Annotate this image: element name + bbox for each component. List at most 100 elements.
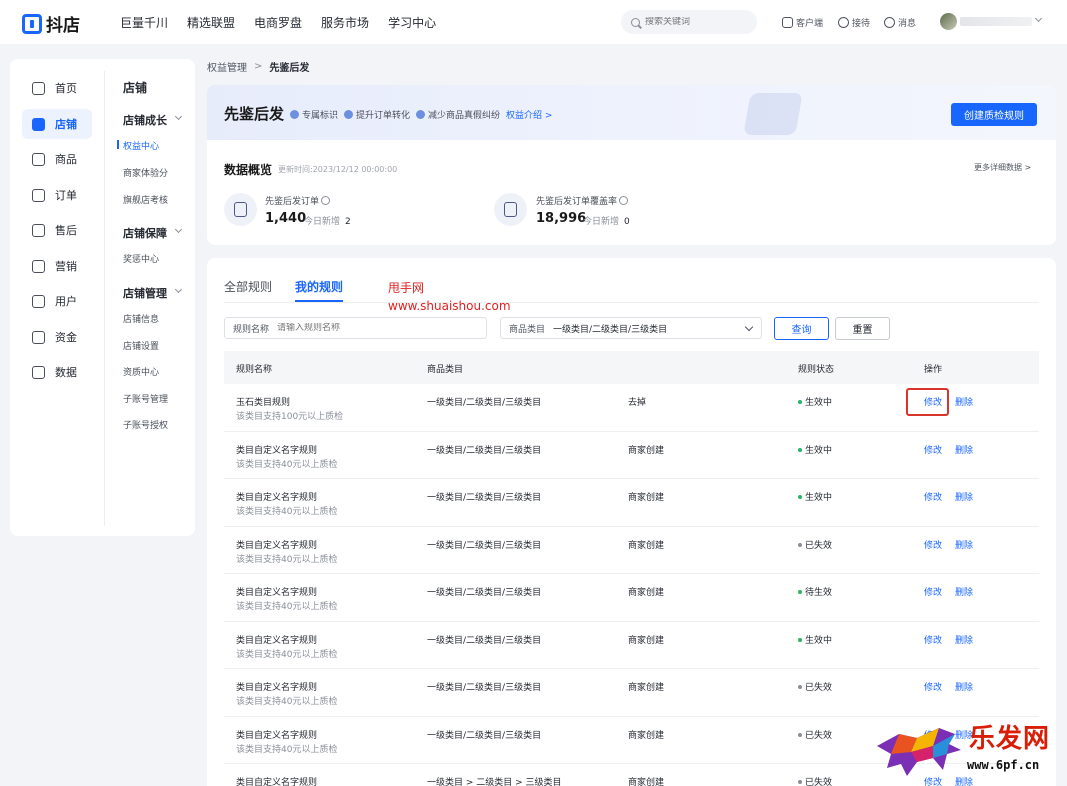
breadcrumb: 权益管理 > 先鉴后发 <box>207 59 309 74</box>
more-data-link[interactable]: 更多详细数据 > <box>974 162 1031 173</box>
status-label: 生效中 <box>805 445 833 456</box>
sub-item-subaccount-auth[interactable]: 子账号授权 <box>123 418 168 431</box>
edit-button[interactable]: 修改 <box>924 680 942 693</box>
chevron-down-icon[interactable] <box>174 285 183 294</box>
query-button[interactable]: 查询 <box>774 317 829 340</box>
rule-source: 商家创建 <box>628 778 665 786</box>
primary-nav-funds[interactable]: 资金 <box>22 322 92 352</box>
sub-item-experience-score[interactable]: 商家体验分 <box>123 166 168 179</box>
primary-nav-orders[interactable]: 订单 <box>22 180 92 210</box>
delete-button[interactable]: 删除 <box>955 538 973 551</box>
watermark-url: www.shuaishou.com <box>388 299 511 313</box>
feature-tag: 减少商品真假纠纷 <box>416 108 500 121</box>
edit-button[interactable]: 修改 <box>924 538 942 551</box>
client-button[interactable]: 客户端 <box>782 0 823 44</box>
delete-button[interactable]: 删除 <box>955 395 973 408</box>
rule-name: 类目自定义名字规则 <box>236 778 318 786</box>
chevron-down-icon <box>744 322 754 332</box>
watermark-text: 甩手网 <box>388 281 425 295</box>
top-nav-item[interactable]: 巨量千川 <box>120 14 168 31</box>
status-badge: 生效中 <box>798 395 832 408</box>
edit-button[interactable]: 修改 <box>924 633 942 646</box>
delete-button[interactable]: 删除 <box>955 490 973 503</box>
tab-my-rules[interactable]: 我的规则 <box>295 278 343 295</box>
sub-group-management[interactable]: 店铺管理 <box>123 285 167 301</box>
delete-button[interactable]: 删除 <box>955 585 973 598</box>
top-nav-item[interactable]: 精选联盟 <box>187 14 235 31</box>
search-input[interactable] <box>645 17 745 27</box>
rule-category: 一级类目/二级类目/三级类目 <box>427 730 542 741</box>
avatar[interactable] <box>940 13 957 30</box>
top-nav-item[interactable]: 电商罗盘 <box>254 14 302 31</box>
help-icon[interactable] <box>321 196 331 205</box>
headset-icon <box>838 16 849 28</box>
messages-button[interactable]: 消息 <box>884 0 916 44</box>
sub-item-shop-settings[interactable]: 店铺设置 <box>123 339 159 352</box>
chevron-down-icon[interactable] <box>174 225 183 234</box>
brand-logo[interactable]: 抖店 <box>22 11 80 36</box>
chevron-down-icon[interactable] <box>174 112 183 121</box>
sub-item-flagship-review[interactable]: 旗舰店考核 <box>123 193 168 206</box>
search-box[interactable] <box>621 10 757 34</box>
primary-nav-users[interactable]: 用户 <box>22 286 92 316</box>
status-dot-icon <box>798 732 802 737</box>
brand-icon <box>22 13 42 34</box>
rule-name-input[interactable] <box>277 323 438 333</box>
bag-icon <box>32 152 45 166</box>
edit-button[interactable]: 修改 <box>924 395 942 408</box>
breadcrumb-parent[interactable]: 权益管理 <box>207 59 247 74</box>
sub-group-growth[interactable]: 店铺成长 <box>123 112 167 128</box>
messages-label: 消息 <box>898 18 917 29</box>
rule-name-filter[interactable]: 规则名称 <box>224 317 487 339</box>
sub-group-guarantee[interactable]: 店铺保障 <box>123 225 167 241</box>
rule-category: 一级类目/二级类目/三级类目 <box>427 683 542 693</box>
overview-title: 数据概览 <box>224 163 273 177</box>
sub-item-shop-info[interactable]: 店铺信息 <box>123 312 159 325</box>
rule-category: 一级类目/二级类目/三级类目 <box>427 398 542 408</box>
edit-button[interactable]: 修改 <box>924 490 942 503</box>
order-icon <box>32 188 45 202</box>
primary-nav-home[interactable]: 首页 <box>22 73 92 103</box>
edit-button[interactable]: 修改 <box>924 585 942 598</box>
create-rule-button[interactable]: 创建质检规则 <box>951 103 1037 126</box>
category-select[interactable]: 商品类目 一级类目/二级类目/三级类目 <box>500 317 762 339</box>
status-label: 已失效 <box>805 730 833 741</box>
home-icon <box>32 81 45 95</box>
tab-all-rules[interactable]: 全部规则 <box>224 278 272 295</box>
top-nav-item[interactable]: 学习中心 <box>388 14 436 31</box>
edit-button[interactable]: 修改 <box>924 443 942 456</box>
reset-button[interactable]: 重置 <box>835 317 890 340</box>
sub-item-subaccount-manage[interactable]: 子账号管理 <box>123 392 168 405</box>
chevron-down-icon[interactable] <box>1034 14 1043 23</box>
primary-nav-shop[interactable]: 店铺 <box>22 109 92 139</box>
primary-nav-goods[interactable]: 商品 <box>22 144 92 174</box>
primary-nav-marketing[interactable]: 营销 <box>22 251 92 281</box>
rights-intro-link[interactable]: 权益介绍 > <box>506 108 552 121</box>
table-row: 类目自定义名字规则 该类目支持40元以上质检 一级类目/二级类目/三级类目 商家创建 已… <box>224 669 1039 717</box>
top-bar: 抖店 巨量千川 精选联盟 电商罗盘 服务市场 学习中心 客户端 接待 消息 <box>0 0 1067 44</box>
status-badge: 待生效 <box>798 585 832 598</box>
rule-name: 类目自定义名字规则 <box>236 493 318 503</box>
active-indicator <box>117 140 119 149</box>
top-nav-item[interactable]: 服务市场 <box>321 14 369 31</box>
delete-button[interactable]: 删除 <box>955 443 973 456</box>
rule-source: 商家创建 <box>628 493 665 503</box>
delete-button[interactable]: 删除 <box>955 680 973 693</box>
rule-name: 类目自定义名字规则 <box>236 635 318 646</box>
client-label: 客户端 <box>796 18 824 29</box>
table-row: 类目自定义名字规则 该类目支持40元以上质检 一级类目/二级类目/三级类目 商家创建 生… <box>224 622 1039 669</box>
metric-value: 18,996 <box>536 211 587 226</box>
sub-item-qualification[interactable]: 资质中心 <box>123 365 159 378</box>
divider <box>104 71 105 526</box>
delete-button[interactable]: 删除 <box>955 633 973 646</box>
primary-nav-data[interactable]: 数据 <box>22 357 92 387</box>
rule-source: 商家创建 <box>628 540 665 551</box>
reception-button[interactable]: 接待 <box>838 0 870 44</box>
sub-item-reward-penalty[interactable]: 奖惩中心 <box>123 252 159 265</box>
sub-item-rights-center[interactable]: 权益中心 <box>123 139 159 152</box>
help-icon[interactable] <box>619 196 629 205</box>
side-section-title: 店铺 <box>123 81 148 95</box>
username-blurred[interactable] <box>960 17 1032 26</box>
primary-nav-aftersale[interactable]: 售后 <box>22 215 92 245</box>
table-row: 玉石类目规则 该类目支持100元以上质检 一级类目/二级类目/三级类目 去掉 生效中 修改… <box>224 384 1039 432</box>
